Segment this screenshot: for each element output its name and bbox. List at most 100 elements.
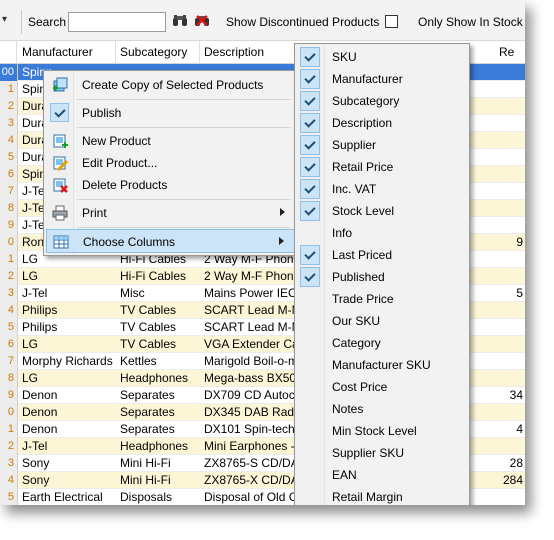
column-option[interactable]: Trade Price [297,288,467,310]
cell-manufacturer: Denon [22,422,58,436]
cell-subcategory: Separates [120,388,175,402]
menu-item-edit-product[interactable]: Edit Product... [46,151,295,175]
column-option-label: Supplier SKU [332,446,405,460]
column-option[interactable]: Retail Price [297,156,467,178]
column-option[interactable]: Manufacturer [297,68,467,90]
column-option[interactable]: EAN [297,464,467,486]
cell-subcategory: Hi-Fi Cables [120,269,187,283]
cell-manufacturer: Philips [22,320,58,334]
row-number: 3 [0,115,18,132]
column-option[interactable]: Stock Level [297,200,467,222]
column-option[interactable]: Info [297,222,467,244]
cell-description: ZX8765-S CD/DAB [204,456,300,470]
cell-description: DX345 DAB Radio [204,405,300,419]
new-product-icon [53,134,68,148]
menu-separator [77,127,291,128]
column-option-label: Our SKU [332,314,381,328]
menu-item-new-product[interactable]: New Product [46,129,295,153]
column-header-retail-price[interactable]: Re [499,45,514,59]
menu-item-publish[interactable]: Publish [46,101,295,125]
row-number: 3 [0,285,18,302]
binoculars-clear-icon[interactable] [194,14,210,27]
cell-description: Marigold Boil-o-mati [204,354,300,368]
row-number: 9 [0,387,18,404]
search-label: Search [28,15,67,29]
column-option-label: Stock Level [332,204,395,218]
row-number: 00 [0,64,18,81]
cell-description: Disposal of Old Co [204,490,300,504]
search-input[interactable] [68,12,166,32]
cell-description: Mains Power IEC L [204,286,300,300]
cell-manufacturer: J-Tel [22,286,48,300]
cell-retail-price: 5 [516,286,523,300]
column-option[interactable]: Published [297,266,467,288]
column-option[interactable]: Description [297,112,467,134]
column-option-label: Cost Price [332,380,388,394]
menu-item-label: Delete Products [82,178,168,192]
menu-separator [77,199,291,200]
column-header-subcategory[interactable]: Subcategory [120,45,187,59]
cell-manufacturer: Earth Electrical [22,490,103,504]
cell-manufacturer: Sony [22,456,50,470]
column-option[interactable]: Min Stock Level [297,420,467,442]
cell-manufacturer: Philips [22,303,58,317]
row-number: 7 [0,183,18,200]
column-option-label: Inc. VAT [332,182,377,196]
column-option-label: Subcategory [332,94,400,108]
cell-retail-price: 28 [509,456,523,470]
column-option[interactable]: Manufacturer SKU [297,354,467,376]
row-number: 6 [0,336,18,353]
row-number: 4 [0,472,18,489]
column-option[interactable]: Last Priced [297,244,467,266]
checkmark-icon [300,113,320,133]
column-option[interactable]: Cost Price [297,376,467,398]
row-number: 2 [0,98,18,115]
cell-manufacturer: LG [22,337,39,351]
cell-subcategory: Misc [120,286,145,300]
column-option[interactable]: Inc. VAT [297,178,467,200]
copy-icon [53,77,68,92]
only-show-in-stock-label[interactable]: Only Show In Stock [418,15,523,29]
column-option[interactable]: Subcategory [297,90,467,112]
printer-icon [52,205,68,221]
checkmark-icon [300,201,320,221]
menu-item-label: New Product [82,134,151,148]
context-menu: Create Copy of Selected Products Publish… [43,70,298,256]
checkmark-icon [300,179,320,199]
cell-retail-price: 284 [502,473,523,487]
row-number: 7 [0,353,18,370]
menu-item-delete-products[interactable]: Delete Products [46,173,295,197]
column-option[interactable]: Our SKU [297,310,467,332]
columns-icon [53,235,69,249]
show-discontinued-label: Show Discontinued Products [226,15,380,29]
column-option[interactable]: Supplier [297,134,467,156]
menu-item-label: Choose Columns [83,235,176,249]
column-option[interactable]: Retail Margin [297,486,467,505]
binoculars-search-icon[interactable] [172,14,188,27]
column-option[interactable]: Supplier SKU [297,442,467,464]
toolbar-dropdown-icon[interactable]: ▾ [2,14,7,25]
cell-retail-price: 9 [516,235,523,249]
menu-item-print[interactable]: Print [46,201,295,225]
checkmark-icon [300,47,320,67]
menu-item-choose-columns[interactable]: Choose Columns [46,229,295,253]
checkmark-icon [300,245,320,265]
row-number: 4 [0,132,18,149]
column-option-label: Trade Price [332,292,394,306]
column-option-label: Description [332,116,393,130]
column-option-label: Retail Margin [332,490,403,504]
row-number: 8 [0,370,18,387]
column-option-label: Last Priced [332,248,393,262]
column-option[interactable]: Category [297,332,467,354]
show-discontinued-checkbox[interactable] [385,15,398,28]
menu-item-create-copy[interactable]: Create Copy of Selected Products [46,73,295,97]
column-option[interactable]: Notes [297,398,467,420]
column-option[interactable]: SKU [297,46,467,68]
menu-item-label: Publish [82,106,122,120]
column-header-description[interactable]: Description [204,45,264,59]
row-number: 3 [0,455,18,472]
column-header-manufacturer[interactable]: Manufacturer [22,45,93,59]
row-number: 0 [0,404,18,421]
cell-subcategory: TV Cables [120,320,177,334]
cell-description: ZX8765-X CD/DAB [204,473,300,487]
